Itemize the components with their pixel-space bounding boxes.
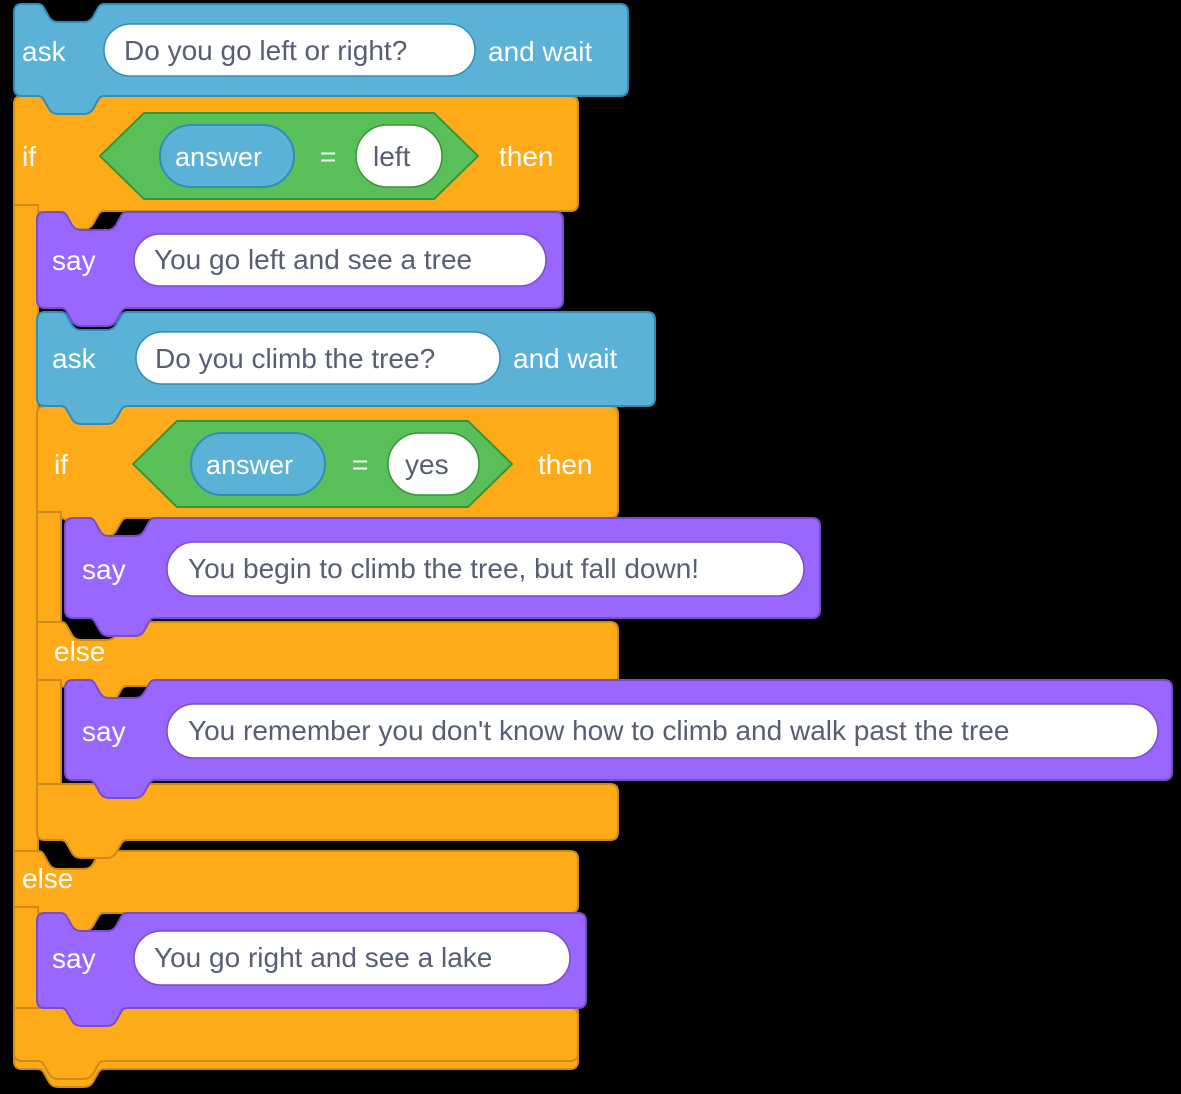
inner-else-label: else [54, 636, 106, 667]
scratch-script-canvas: ask Do you go left or right? and wait if… [0, 0, 1181, 1094]
control-if-else-outer[interactable] [12, 96, 578, 212]
outer-else-left-spine [13, 906, 39, 1013]
say-block-4[interactable] [37, 913, 586, 1010]
say-block-3[interactable] [65, 686, 1172, 784]
outer-else-label: else [22, 863, 74, 894]
say-block-2[interactable] [65, 518, 820, 618]
ask-block-2[interactable] [37, 312, 655, 406]
control-if-else-inner[interactable] [37, 406, 618, 518]
inner-else-left-spine [36, 679, 62, 789]
say-block-1[interactable] [37, 212, 563, 308]
ask-block-1[interactable] [12, 4, 628, 96]
outer-if-left-spine [13, 204, 39, 854]
inner-if-left-spine [36, 511, 62, 625]
